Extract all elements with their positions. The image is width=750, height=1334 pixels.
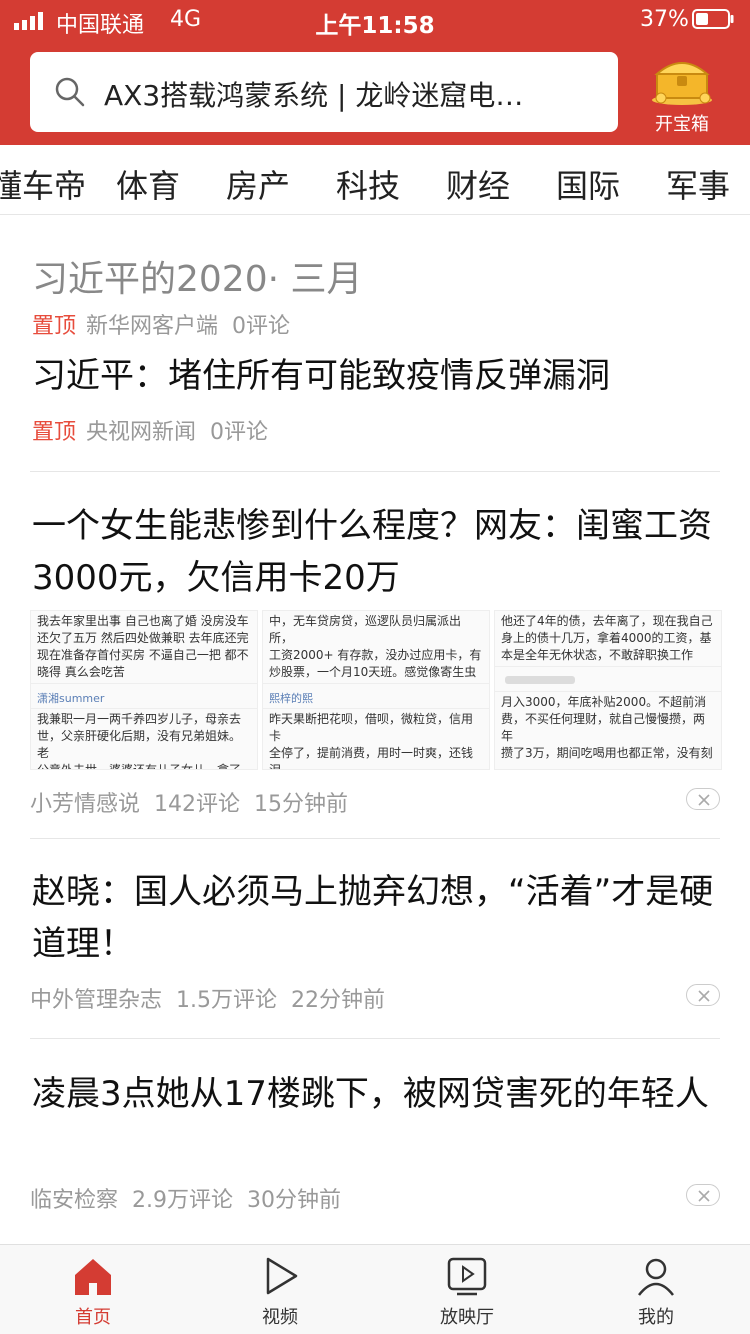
divider: [30, 1038, 720, 1039]
treasure-chest-icon: [652, 62, 712, 105]
tab-car[interactable]: 懂车帝: [0, 161, 86, 207]
profile-icon: [638, 1258, 674, 1296]
nav-label: 放映厅: [440, 1307, 494, 1328]
treasure-chest-button[interactable]: 开宝箱: [640, 50, 724, 140]
source-label: 临安检察: [30, 1188, 119, 1213]
article-headline[interactable]: 一个女生能悲惨到什么程度？网友：闺蜜工资3000元，欠信用卡20万: [32, 500, 722, 604]
nav-label: 我的: [638, 1307, 674, 1328]
timestamp: 22分钟前: [291, 988, 386, 1013]
blurred-username: [505, 676, 575, 684]
source-label: 中外管理杂志: [30, 988, 163, 1013]
thumb-text-top: 我去年家里出事 自己也离了婚 没房没车 还欠了五万 然后四处做兼职 去年底还完 …: [37, 614, 249, 679]
thumb-user-row: 潇湘summer: [31, 683, 257, 709]
screening-room-icon: [447, 1257, 487, 1296]
thumb-user: 潇湘summer: [37, 692, 105, 705]
comment-count: 142评论: [154, 792, 241, 817]
search-bar[interactable]: AX3搭载鸿蒙系统 | 龙岭迷窟电…: [30, 52, 618, 132]
nav-label: 首页: [75, 1307, 111, 1328]
play-icon: [266, 1257, 298, 1295]
article-meta: 中外管理杂志 1.5万评论 22分钟前: [30, 982, 399, 1014]
tab-finance[interactable]: 财经: [446, 161, 510, 207]
thumb-user: 熙梓的熙: [269, 692, 313, 705]
close-icon: [698, 990, 710, 1002]
divider: [30, 838, 720, 839]
thumb-text-top: 中，无车贷房贷，巡逻队员归属派出所， 工资2000+ 有存款，没办过应用卡，有 …: [269, 614, 482, 679]
search-icon: [55, 77, 85, 107]
comment-count: 0评论: [210, 420, 269, 445]
nav-profile[interactable]: 我的: [596, 1255, 716, 1329]
thumbnail-image[interactable]: 中，无车贷房贷，巡逻队员归属派出所， 工资2000+ 有存款，没办过应用卡，有 …: [262, 610, 490, 770]
tab-military[interactable]: 军事: [666, 161, 730, 207]
dismiss-button[interactable]: [686, 788, 720, 810]
tab-realestate[interactable]: 房产: [226, 161, 290, 207]
home-icon: [75, 1259, 111, 1295]
thumbnail-image[interactable]: 他还了4年的债，去年离了，现在我自己 身上的债十几万，拿着4000的工资，基 本…: [494, 610, 722, 770]
article-meta: 临安检察 2.9万评论 30分钟前: [30, 1182, 355, 1214]
thumb-user-row: 熙梓的熙: [263, 683, 489, 709]
app-header: 中国联通 4G 上午11:58 37% AX3搭载鸿蒙系统 | 龙岭迷窟电… 开…: [0, 0, 750, 145]
comment-count: 2.9万评论: [132, 1188, 234, 1213]
thumbnail-image[interactable]: 我去年家里出事 自己也离了婚 没房没车 还欠了五万 然后四处做兼职 去年底还完 …: [30, 610, 258, 770]
dismiss-button[interactable]: [686, 984, 720, 1006]
pinned2-meta: 置顶 央视网新闻 0评论: [32, 414, 282, 446]
thumb-text-bottom: 月入3000，年底补贴2000。不超前消 费，不买任何理财，就自己慢慢攒，两年 …: [501, 695, 713, 760]
article-headline[interactable]: 凌晨3点她从17楼跳下，被网贷害死的年轻人: [32, 1068, 722, 1120]
pinned-meta: 置顶 新华网客户端 0评论: [32, 308, 304, 340]
treasure-label: 开宝箱: [655, 114, 709, 135]
dismiss-button[interactable]: [686, 1184, 720, 1206]
nav-label: 视频: [262, 1307, 298, 1328]
search-suggestion[interactable]: AX3搭载鸿蒙系统 | 龙岭迷窟电…: [104, 74, 604, 114]
thumb-text-bottom: 我兼职一月一两千养四岁儿子，母亲去 世，父亲肝硬化后期，没有兄弟姐妹。老 公意外…: [37, 712, 242, 770]
source-label: 新华网客户端: [86, 314, 219, 339]
pin-badge: 置顶: [32, 420, 77, 445]
pinned-headline[interactable]: 习近平：堵住所有可能致疫情反弹漏洞: [32, 350, 722, 402]
battery-icon: [692, 9, 734, 29]
article-meta: 小芳情感说 142评论 15分钟前: [30, 786, 362, 818]
comment-count: 1.5万评论: [176, 988, 278, 1013]
bottom-nav: 首页 视频 放映厅 我的: [0, 1244, 750, 1334]
close-icon: [698, 794, 710, 806]
status-bar: 中国联通 4G 上午11:58 37%: [0, 0, 750, 40]
nav-screening-room[interactable]: 放映厅: [407, 1255, 527, 1329]
tab-world[interactable]: 国际: [556, 161, 620, 207]
clock: 上午11:58: [315, 13, 435, 39]
thumb-text-top: 他还了4年的债，去年离了，现在我自己 身上的债十几万，拿着4000的工资，基 本…: [501, 614, 713, 662]
category-tabs: 懂车帝 体育 房产 科技 财经 国际 军事: [0, 145, 750, 215]
timestamp: 15分钟前: [254, 792, 349, 817]
nav-home[interactable]: 首页: [33, 1255, 153, 1329]
thumb-text-bottom: 昨天果断把花呗，借呗，微粒贷，信用卡 全停了，提前消费，用时一时爽，还钱泪 两行…: [269, 712, 474, 770]
article-headline[interactable]: 赵晓：国人必须马上抛弃幻想，“活着”才是硬道理！: [32, 866, 722, 970]
article-thumbnails[interactable]: 我去年家里出事 自己也离了婚 没房没车 还欠了五万 然后四处做兼职 去年底还完 …: [30, 610, 722, 770]
nav-video[interactable]: 视频: [220, 1255, 340, 1329]
comment-count: 0评论: [232, 314, 291, 339]
pin-badge: 置顶: [32, 314, 77, 339]
timestamp: 30分钟前: [247, 1188, 342, 1213]
source-label: 央视网新闻: [86, 420, 197, 445]
divider: [30, 471, 720, 472]
tab-sports[interactable]: 体育: [116, 161, 180, 207]
pinned-title[interactable]: 习近平的2020· 三月: [32, 250, 363, 302]
source-label: 小芳情感说: [30, 792, 141, 817]
close-icon: [698, 1190, 710, 1202]
battery-percent: 37%: [640, 7, 689, 32]
thumb-user-row: [495, 666, 721, 692]
tab-tech[interactable]: 科技: [336, 161, 400, 207]
